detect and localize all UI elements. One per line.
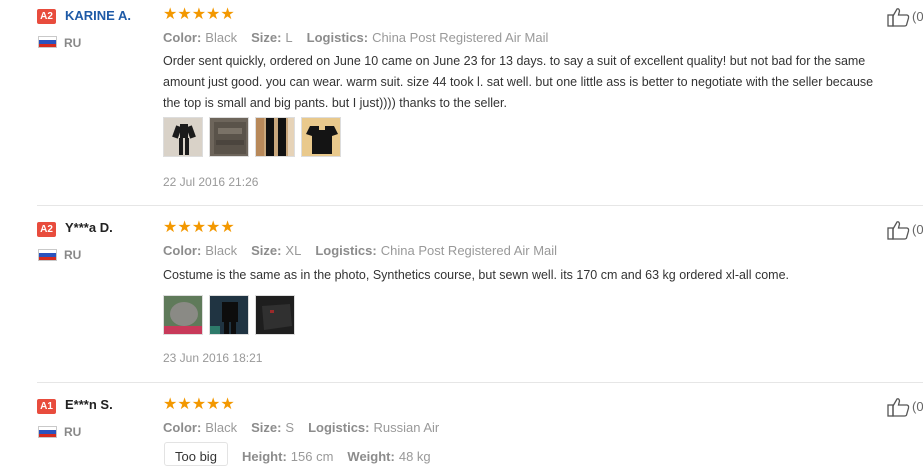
color-value: Black bbox=[205, 243, 238, 258]
buyer-country: RU bbox=[64, 425, 82, 439]
thumbs-up-icon[interactable] bbox=[887, 220, 911, 240]
color-label: Color: bbox=[163, 420, 202, 435]
review-photo[interactable] bbox=[255, 295, 295, 335]
thumbs-up-icon[interactable] bbox=[887, 397, 911, 417]
review-text-line: amount just good. you can wear. warm sui… bbox=[163, 75, 874, 89]
order-info: Color: Black Size: L Logistics: China Post Re… bbox=[163, 30, 548, 46]
rating-stars: ★★★★★ bbox=[163, 220, 235, 236]
buyer-level-badge: A2 bbox=[37, 222, 56, 237]
review-divider bbox=[37, 205, 923, 206]
buyer-name[interactable]: Y***a D. bbox=[65, 220, 113, 236]
star-icon: ★★★★★ bbox=[163, 396, 235, 413]
review-photos bbox=[163, 117, 341, 157]
helpful-vote-count: (0 bbox=[912, 222, 923, 237]
order-info: Color: Black Size: XL Logistics: China Post R… bbox=[163, 243, 557, 259]
helpful-vote-count: (0 bbox=[912, 399, 923, 414]
order-info: Color: Black Size: S Logistics: Russian Air bbox=[163, 420, 439, 436]
height-label: Height: bbox=[242, 449, 287, 464]
color-label: Color: bbox=[163, 243, 202, 258]
buyer-level-badge: A2 bbox=[37, 9, 56, 24]
size-value: S bbox=[285, 420, 295, 435]
review-photo[interactable] bbox=[301, 117, 341, 157]
russia-flag-icon bbox=[38, 36, 57, 48]
color-value: Black bbox=[205, 420, 238, 435]
rating-stars: ★★★★★ bbox=[163, 7, 235, 23]
review-text-line: the top is small and big pants. but I ju… bbox=[163, 96, 507, 110]
review-text-line: Costume is the same as in the photo, Syn… bbox=[163, 268, 790, 282]
logistics-label: Logistics: bbox=[308, 420, 370, 435]
weight-value: 48 kg bbox=[398, 449, 431, 464]
size-value: XL bbox=[285, 243, 302, 258]
fit-badge: Too big bbox=[164, 442, 228, 466]
logistics-value: China Post Registered Air Mail bbox=[372, 30, 549, 45]
buyer-country: RU bbox=[64, 36, 82, 50]
buyer-name[interactable]: KARINE A. bbox=[65, 8, 131, 24]
review-text-line: Order sent quickly, ordered on June 10 c… bbox=[163, 54, 866, 68]
review-photo[interactable] bbox=[163, 117, 203, 157]
review-photo[interactable] bbox=[209, 295, 249, 335]
logistics-label: Logistics: bbox=[306, 30, 369, 45]
star-icon: ★★★★★ bbox=[163, 6, 235, 23]
review-text: Order sent quickly, ordered on June 10 c… bbox=[163, 51, 923, 114]
color-label: Color: bbox=[163, 30, 202, 45]
review-divider bbox=[37, 382, 923, 383]
russia-flag-icon bbox=[38, 249, 57, 261]
buyer-country: RU bbox=[64, 248, 82, 262]
review-photo[interactable] bbox=[163, 295, 203, 335]
logistics-label: Logistics: bbox=[315, 243, 377, 258]
size-value: L bbox=[285, 30, 293, 45]
logistics-value: Russian Air bbox=[373, 420, 440, 435]
logistics-value: China Post Registered Air Mail bbox=[380, 243, 558, 258]
review-date: 23 Jun 2016 18:21 bbox=[163, 351, 263, 365]
size-label: Size: bbox=[251, 30, 282, 45]
size-label: Size: bbox=[251, 243, 282, 258]
review-photo[interactable] bbox=[255, 117, 295, 157]
buyer-name[interactable]: E***n S. bbox=[65, 397, 113, 413]
review-photo[interactable] bbox=[209, 117, 249, 157]
color-value: Black bbox=[205, 30, 238, 45]
star-icon: ★★★★★ bbox=[163, 219, 235, 236]
review-date: 22 Jul 2016 21:26 bbox=[163, 175, 259, 189]
russia-flag-icon bbox=[38, 426, 57, 438]
helpful-vote-count: (0 bbox=[912, 9, 923, 24]
height-value: 156 cm bbox=[290, 449, 334, 464]
review-photos bbox=[163, 295, 295, 335]
weight-label: Weight: bbox=[347, 449, 395, 464]
rating-stars: ★★★★★ bbox=[163, 397, 235, 413]
buyer-level-badge: A1 bbox=[37, 399, 56, 414]
review-text: Costume is the same as in the photo, Syn… bbox=[163, 265, 923, 286]
body-info: Height: 156 cm Weight: 48 kg bbox=[242, 449, 431, 465]
thumbs-up-icon[interactable] bbox=[887, 7, 911, 27]
size-label: Size: bbox=[251, 420, 282, 435]
